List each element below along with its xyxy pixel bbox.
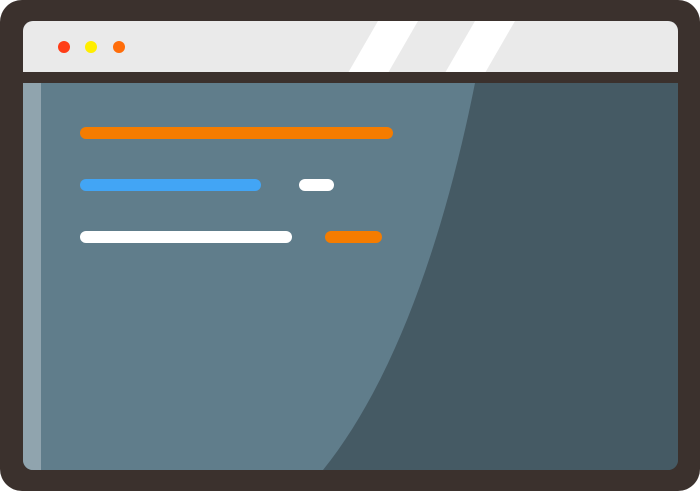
browser-window-frame — [0, 0, 700, 491]
text-placeholder-line — [299, 179, 334, 191]
title-bar-highlight — [348, 21, 418, 72]
side-strip — [23, 83, 41, 470]
text-placeholder-line — [325, 231, 382, 243]
title-bar — [23, 21, 678, 72]
close-dot-icon[interactable] — [58, 41, 70, 53]
text-placeholder-line — [80, 179, 261, 191]
title-bar-divider — [23, 72, 678, 83]
maximize-dot-icon[interactable] — [113, 41, 125, 53]
minimize-dot-icon[interactable] — [85, 41, 97, 53]
content-area — [23, 83, 678, 470]
heading-placeholder-line — [80, 127, 393, 139]
browser-window — [23, 21, 678, 470]
title-bar-highlight — [445, 21, 515, 72]
content-light-panel — [23, 83, 475, 470]
text-placeholder-line — [80, 231, 292, 243]
